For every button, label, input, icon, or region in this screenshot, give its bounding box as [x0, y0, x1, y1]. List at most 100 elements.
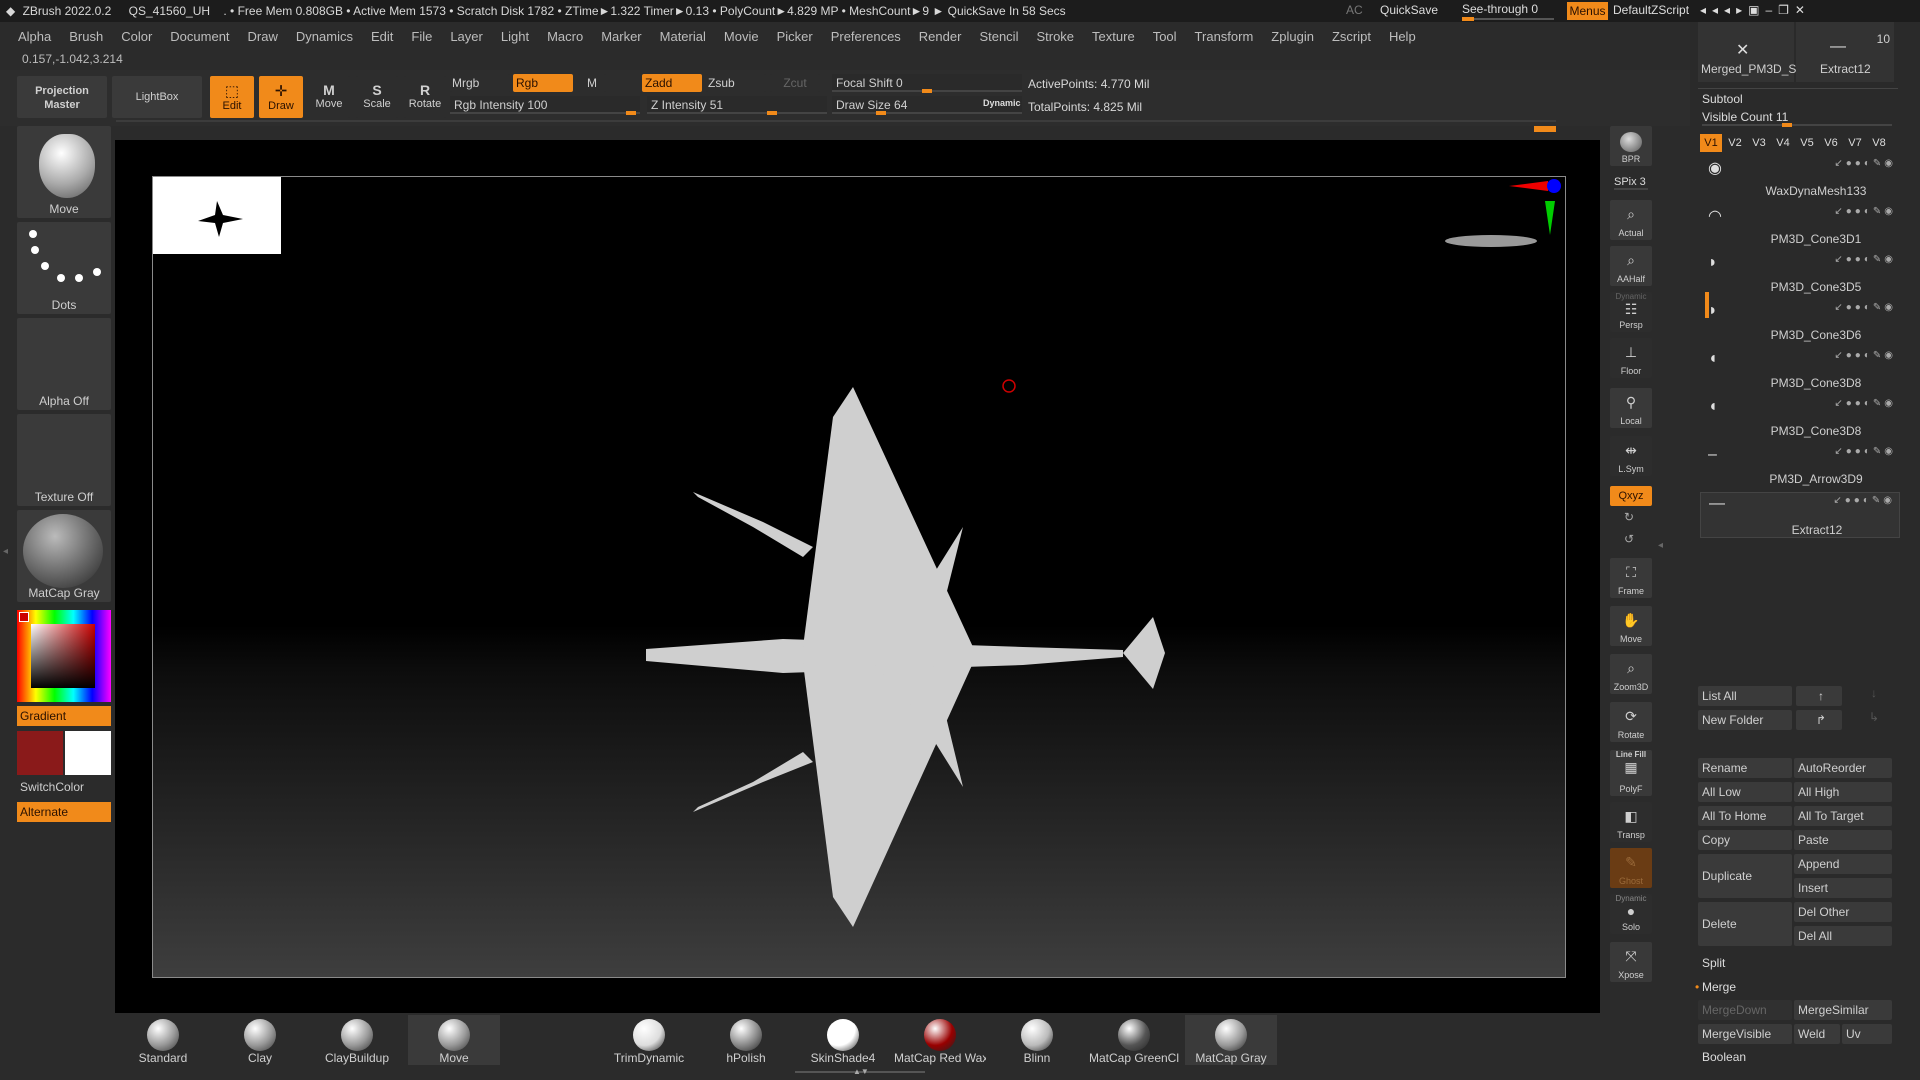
zcut-button[interactable]: Zcut	[770, 74, 820, 92]
autoreorder-button[interactable]: AutoReorder	[1794, 758, 1892, 778]
primary-color-swatch[interactable]	[17, 731, 63, 775]
ghost-button[interactable]: ✎ Ghost	[1610, 848, 1652, 888]
subtool-arrow-icon[interactable]: ↙	[1833, 495, 1844, 506]
zoom3d-button[interactable]: ⌕ Zoom3D	[1610, 654, 1652, 694]
rotate-mode-button[interactable]: R Rotate	[404, 76, 446, 118]
solo-button[interactable]: Dynamic ● Solo	[1610, 894, 1652, 934]
subtool-edit-icon[interactable]: ✎	[1873, 302, 1884, 313]
menu-stencil[interactable]: Stencil	[979, 22, 1018, 52]
floor-button[interactable]: ⊥ Floor	[1610, 338, 1652, 378]
move-down-icon[interactable]: ↓	[1854, 686, 1894, 700]
projection-master-button[interactable]: Projection Master	[17, 76, 107, 118]
version-tab-v8[interactable]: V8	[1868, 134, 1890, 152]
transp-button[interactable]: ◧ Transp	[1610, 802, 1652, 842]
delete-button[interactable]: Delete	[1698, 902, 1792, 946]
frame-button[interactable]: ⛶ Frame	[1610, 558, 1652, 598]
version-tab-v4[interactable]: V4	[1772, 134, 1794, 152]
subtool-lock-icon[interactable]: ◐	[1864, 446, 1873, 457]
brush-clay[interactable]: Clay	[214, 1015, 306, 1065]
boolean-section[interactable]: Boolean	[1702, 1050, 1746, 1064]
menu-help[interactable]: Help	[1389, 22, 1416, 52]
minimize-icon[interactable]: –	[1765, 3, 1778, 17]
spix-slider[interactable]: SPix 3	[1614, 176, 1648, 190]
menu-render[interactable]: Render	[919, 22, 962, 52]
lightbox-button[interactable]: LightBox	[112, 76, 202, 118]
visible-count-slider[interactable]: Visible Count 11	[1702, 110, 1892, 127]
subtool-scroll-indicator[interactable]	[1705, 292, 1709, 318]
actual-button[interactable]: ⌕ Actual	[1610, 200, 1652, 240]
material-matcap-red-wax[interactable]: MatCap Red Wax	[894, 1015, 986, 1065]
rgb-intensity-knob[interactable]	[626, 111, 636, 115]
subtool-edit-icon[interactable]: ✎	[1873, 350, 1884, 361]
move-mode-button[interactable]: M Move	[308, 76, 350, 118]
material-trimdynamic[interactable]: TrimDynamic	[603, 1015, 695, 1065]
new-folder-button[interactable]: New Folder	[1698, 710, 1792, 730]
mergedown-button[interactable]: MergeDown	[1698, 1000, 1792, 1020]
menu-color[interactable]: Color	[121, 22, 152, 52]
weld-button[interactable]: Weld	[1794, 1024, 1840, 1044]
m-button[interactable]: M	[578, 74, 606, 92]
subtool-edit-icon[interactable]: ✎	[1873, 398, 1884, 409]
z-intensity-slider[interactable]: Z Intensity 51	[647, 96, 827, 115]
eye-icon[interactable]: ◉	[1884, 350, 1896, 361]
subtool-lock-icon[interactable]: ◐	[1864, 158, 1873, 169]
subtool-lock-icon[interactable]: ◐	[1864, 254, 1873, 265]
folder-arrow-icon[interactable]: ↱	[1796, 710, 1842, 730]
version-tab-v1[interactable]: V1	[1700, 134, 1722, 152]
menu-movie[interactable]: Movie	[724, 22, 759, 52]
menu-alpha[interactable]: Alpha	[18, 22, 51, 52]
subtool-row[interactable]: – ↙●●◐✎◉ PM3D_Arrow3D9	[1700, 444, 1900, 490]
del-all-button[interactable]: Del All	[1794, 926, 1892, 946]
version-tab-v2[interactable]: V2	[1724, 134, 1746, 152]
eye-icon[interactable]: ◉	[1884, 446, 1896, 457]
brush-selector[interactable]: Move	[17, 126, 111, 218]
alternate-button[interactable]: Alternate	[17, 802, 111, 822]
menu-preferences[interactable]: Preferences	[831, 22, 901, 52]
switchcolor-button[interactable]: SwitchColor	[20, 780, 84, 794]
subtool-row[interactable]: ◖ ↙●●◐✎◉ PM3D_Cone3D8	[1700, 348, 1900, 394]
version-tab-v7[interactable]: V7	[1844, 134, 1866, 152]
collapse-right-icon[interactable]: ◂	[1658, 540, 1663, 551]
paste-button[interactable]: Paste	[1794, 830, 1892, 850]
menu-document[interactable]: Document	[170, 22, 229, 52]
menu-transform[interactable]: Transform	[1195, 22, 1254, 52]
menu-edit[interactable]: Edit	[371, 22, 393, 52]
material-matcap-gray[interactable]: MatCap Gray	[1185, 1015, 1277, 1065]
color-marker[interactable]	[19, 612, 29, 622]
subtool-toggle-icon[interactable]: ●●	[1846, 398, 1864, 409]
color-picker[interactable]	[17, 610, 111, 702]
rotate-view-button[interactable]: ⟳ Rotate	[1610, 702, 1652, 742]
material-hpolish[interactable]: hPolish	[700, 1015, 792, 1065]
brush-claybuildup[interactable]: ClayBuildup	[311, 1015, 403, 1065]
menu-draw[interactable]: Draw	[248, 22, 278, 52]
all-to-target-button[interactable]: All To Target	[1794, 806, 1892, 826]
subtool-row[interactable]: ◖ ↙●●◐✎◉ PM3D_Cone3D8	[1700, 396, 1900, 442]
tool-thumb-extract[interactable]: 10 — Extract12	[1796, 22, 1894, 82]
insert-button[interactable]: Insert	[1794, 878, 1892, 898]
rotate-z-icon[interactable]: ↺	[1624, 532, 1634, 546]
eye-icon[interactable]: ◉	[1884, 206, 1896, 217]
subtool-lock-icon[interactable]: ◐	[1864, 350, 1873, 361]
subtool-row[interactable]: — ↙●●◐✎◉ Extract12	[1700, 492, 1900, 538]
edit-mode-button[interactable]: ⬚ Edit	[210, 76, 254, 118]
menu-macro[interactable]: Macro	[547, 22, 583, 52]
menu-file[interactable]: File	[411, 22, 432, 52]
menu-dynamics[interactable]: Dynamics	[296, 22, 353, 52]
subtool-toggle-icon[interactable]: ●●	[1846, 350, 1864, 361]
material-skinshade4[interactable]: SkinShade4	[797, 1015, 889, 1065]
subtool-row[interactable]: ◗ ↙●●◐✎◉ PM3D_Cone3D5	[1700, 252, 1900, 298]
zsub-button[interactable]: Zsub	[706, 74, 766, 92]
subtool-arrow-icon[interactable]: ↙	[1834, 206, 1845, 217]
menu-marker[interactable]: Marker	[601, 22, 641, 52]
secondary-color-swatch[interactable]	[65, 731, 111, 775]
subtool-edit-icon[interactable]: ✎	[1873, 446, 1884, 457]
eye-icon[interactable]: ◉	[1884, 302, 1896, 313]
focal-shift-knob[interactable]	[922, 89, 932, 93]
tool-thumb-merged[interactable]: ✕ Merged_PM3D_S	[1698, 22, 1796, 82]
rgb-intensity-slider[interactable]: Rgb Intensity 100	[450, 96, 640, 115]
draw-size-knob[interactable]	[876, 111, 886, 115]
local-button[interactable]: ⚲ Local	[1610, 388, 1652, 428]
panel-icon[interactable]: ◂▸	[1724, 3, 1748, 17]
material-blinn[interactable]: Blinn	[991, 1015, 1083, 1065]
alpha-selector[interactable]: Alpha Off	[17, 318, 111, 410]
